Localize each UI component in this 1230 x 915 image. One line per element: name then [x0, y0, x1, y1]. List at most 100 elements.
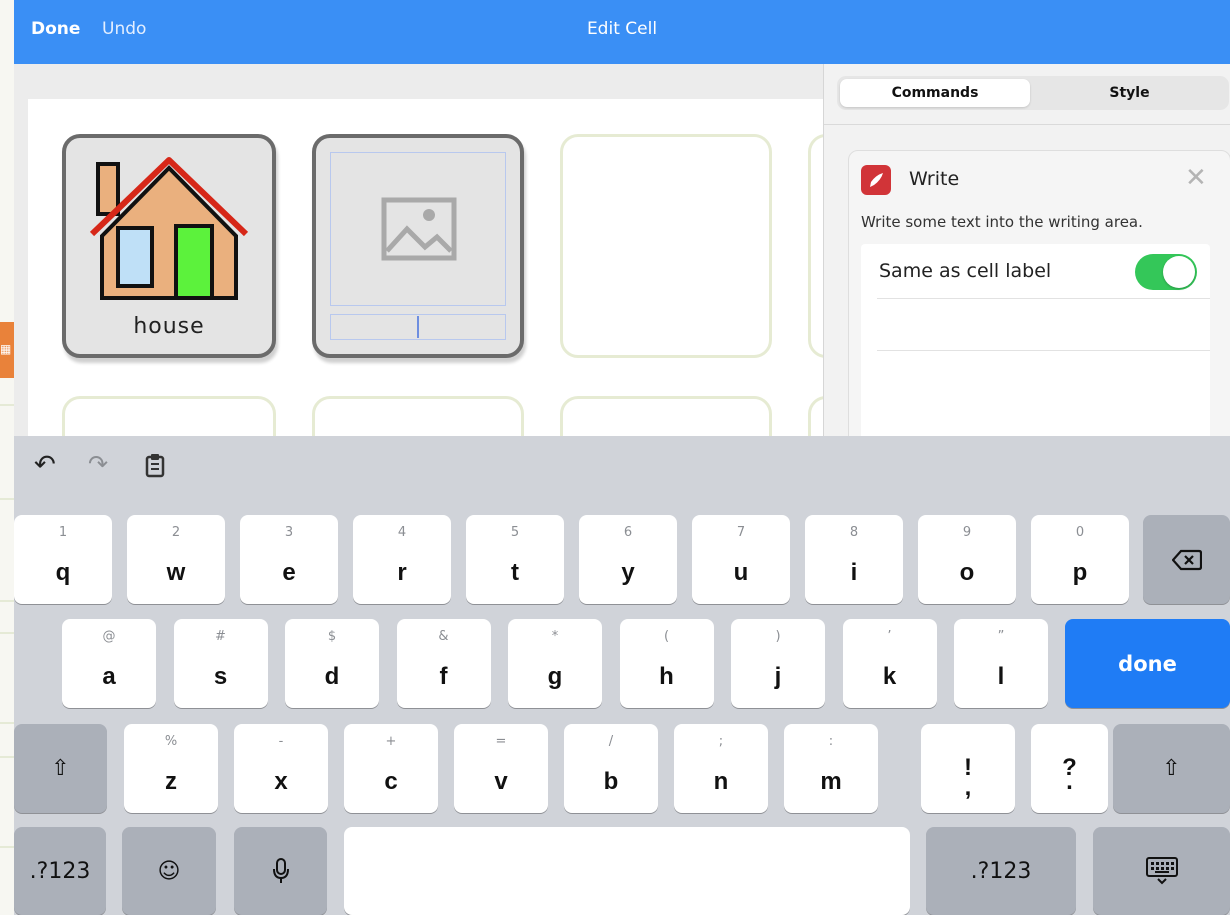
key-g[interactable]: * g	[508, 619, 602, 708]
redo-icon[interactable]: ↷	[88, 450, 108, 478]
key-secondary-char: 5	[510, 525, 520, 540]
same-as-label-toggle[interactable]	[1135, 254, 1197, 290]
key-secondary-char: 6	[623, 525, 633, 540]
key-w[interactable]: 2w	[127, 515, 225, 604]
toggle-knob	[1163, 256, 1195, 288]
key-secondary-char: /	[608, 734, 614, 749]
key-secondary-char: =	[495, 734, 507, 749]
key-primary-char: h	[659, 663, 674, 690]
segmented-control: Commands Style	[837, 76, 1229, 110]
key-primary-char: s	[213, 663, 228, 690]
key-t[interactable]: 5t	[466, 515, 564, 604]
image-icon	[381, 197, 457, 261]
key-o[interactable]: 9o	[918, 515, 1016, 604]
emoji-key[interactable]: ☺	[122, 827, 216, 915]
numbers-key-left[interactable]: .?123	[14, 827, 106, 915]
key-secondary-char: #	[215, 629, 226, 644]
grid-cell-empty[interactable]	[312, 396, 524, 436]
key-e[interactable]: 3e	[240, 515, 338, 604]
tab-style[interactable]: Style	[1033, 79, 1226, 107]
key-p[interactable]: 0p	[1031, 515, 1129, 604]
key-secondary-char: 1	[58, 525, 68, 540]
command-title: Write	[909, 168, 960, 190]
key-r[interactable]: 4r	[353, 515, 451, 604]
key-h[interactable]: (h	[619, 619, 714, 708]
key-secondary-char: %	[164, 734, 178, 749]
write-command-icon	[861, 165, 891, 195]
key-s[interactable]: # s	[173, 619, 268, 708]
backspace-key[interactable]	[1143, 515, 1230, 604]
key-primary-char: o	[959, 559, 975, 586]
grid-cell-empty[interactable]	[560, 134, 772, 358]
key-secondary-char: ”	[997, 629, 1005, 644]
key-primary-char: g	[547, 663, 563, 690]
key-k[interactable]: ’ k	[842, 619, 937, 708]
key-primary-char: c	[384, 768, 398, 795]
key-secondary-char: ’	[887, 629, 892, 644]
key-primary-char: u	[733, 559, 749, 586]
grid-cell-selected[interactable]	[312, 134, 524, 358]
shift-key-left[interactable]: ⇧	[14, 724, 107, 813]
on-screen-keyboard: ↶ ↷ done ⇧ ⇧ ! , ? . .?123 ☺ .?123 1 q 2…	[14, 436, 1230, 915]
house-symbol-icon	[89, 157, 249, 300]
grid-cell-house[interactable]: house	[62, 134, 276, 358]
key-secondary-char: +	[385, 734, 397, 749]
key-q[interactable]: 1q	[14, 515, 112, 604]
paste-icon[interactable]	[144, 452, 166, 485]
key-primary-char: w	[166, 559, 186, 586]
close-icon[interactable]: ✕	[1185, 165, 1207, 191]
divider	[877, 298, 1210, 299]
pen-icon	[870, 173, 883, 187]
key-primary-char: r	[397, 559, 407, 586]
label-text-field[interactable]	[330, 314, 506, 340]
key-j[interactable]: ) j	[731, 619, 825, 708]
key-i[interactable]: 8i	[805, 515, 903, 604]
key-u[interactable]: 7u	[692, 515, 790, 604]
numbers-key-label: .?123	[29, 858, 91, 884]
numbers-key-label: .?123	[970, 858, 1032, 884]
dismiss-keyboard-key[interactable]	[1093, 827, 1230, 915]
image-placeholder[interactable]	[330, 152, 506, 306]
key-y[interactable]: 6y	[579, 515, 677, 604]
done-key-label: done	[1118, 651, 1177, 676]
key-secondary-char: 9	[962, 525, 972, 540]
shift-key-right[interactable]: ⇧	[1113, 724, 1230, 813]
key-primary-char: m	[820, 768, 842, 795]
text-caret	[417, 316, 419, 338]
done-key[interactable]: done	[1065, 619, 1230, 708]
key-l[interactable]: ” l	[954, 619, 1048, 708]
tab-commands[interactable]: Commands	[840, 79, 1030, 107]
key-a[interactable]: @ a	[62, 619, 156, 708]
grid-cell-empty[interactable]	[808, 134, 823, 358]
key-n[interactable]: ; n	[674, 724, 768, 813]
grid-menu-tab[interactable]: ▦	[0, 322, 14, 378]
key-f[interactable]: & f	[396, 619, 491, 708]
key-secondary-char: 7	[736, 525, 746, 540]
grid-cell-empty[interactable]	[62, 396, 276, 436]
question-period-key[interactable]: ? .	[1031, 724, 1108, 813]
key-b[interactable]: / b	[564, 724, 658, 813]
key-d[interactable]: $ d	[285, 619, 379, 708]
exclamation-comma-key[interactable]: ! ,	[921, 724, 1015, 813]
shift-icon: ⇧	[1162, 756, 1181, 781]
dictation-key[interactable]	[234, 827, 327, 915]
key-c[interactable]: + c	[344, 724, 438, 813]
key-m[interactable]: :m	[784, 724, 878, 813]
key-primary-char: l	[997, 663, 1005, 690]
key-secondary-char: :	[828, 734, 834, 749]
key-primary-char: v	[494, 768, 508, 795]
key-x[interactable]: -x	[234, 724, 328, 813]
write-command-card: Write ✕ Write some text into the writing…	[848, 150, 1230, 464]
undo-icon[interactable]: ↶	[34, 450, 56, 480]
key-z[interactable]: % z	[124, 724, 218, 813]
key-secondary-char: &	[438, 629, 449, 644]
key-secondary-char: -	[278, 734, 284, 749]
command-description: Write some text into the writing area.	[861, 213, 1143, 231]
key-v[interactable]: = v	[454, 724, 548, 813]
space-bar[interactable]	[344, 827, 910, 915]
numbers-key-right[interactable]: .?123	[926, 827, 1076, 915]
left-edge-strip	[0, 0, 14, 915]
key-secondary-char: 8	[849, 525, 859, 540]
grid-cell-empty[interactable]	[560, 396, 772, 436]
key-primary-char: z	[165, 768, 177, 795]
